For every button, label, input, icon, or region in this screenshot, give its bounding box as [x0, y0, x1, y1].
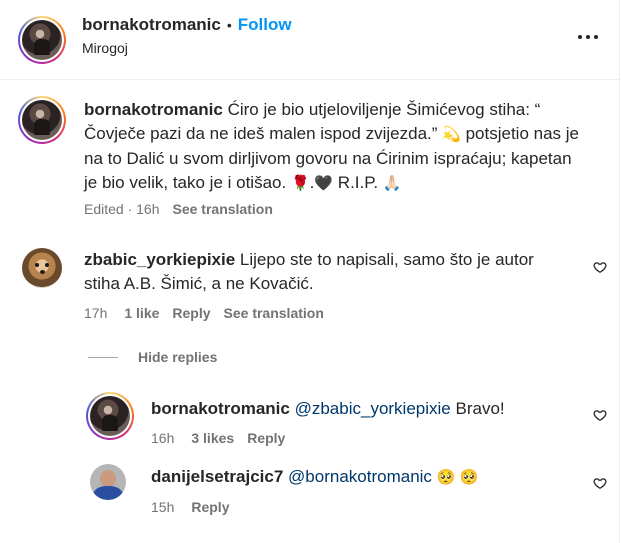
post-comments-panel: bornakotromanic • Follow Mirogoj bornakotr… [0, 0, 620, 543]
heart-outline-icon[interactable] [593, 408, 607, 422]
comment-see-translation[interactable]: See translation [224, 305, 324, 321]
post-header: bornakotromanic • Follow Mirogoj [0, 0, 620, 80]
reply-text-2: danijelsetrajcic7 @bornakotromanic 🥺 🥺 [151, 465, 571, 490]
praying-hands-emoji: 🙏🏻 [382, 175, 402, 192]
reply-avatar-bornakotromanic[interactable] [86, 392, 134, 440]
black-heart-emoji: 🖤 [314, 175, 334, 192]
reply2-time: 15h [151, 499, 175, 515]
reply1-mention[interactable]: @zbabic_yorkiepixie [295, 399, 451, 418]
caption-text: bornakotromanic Ćiro je bio utjeloviljen… [84, 98, 584, 196]
rose-emoji: 🌹 [290, 175, 310, 192]
comment-time: 17h [84, 305, 108, 321]
reply2-username[interactable]: danijelsetrajcic7 [151, 467, 283, 486]
reply-avatar-danijelsetrajcic7[interactable] [90, 464, 126, 500]
reply1-time: 16h [151, 430, 175, 446]
header-location[interactable]: Mirogoj [82, 40, 128, 56]
reply1-reply-button[interactable]: Reply [247, 430, 285, 446]
comment-username[interactable]: zbabic_yorkiepixie [84, 250, 235, 269]
reply1-meta: 16h 3 likes Reply [151, 430, 285, 446]
caption-avatar[interactable] [18, 96, 66, 144]
comment-likes[interactable]: 1 like [124, 305, 159, 321]
reply-text-1: bornakotromanic @zbabic_yorkiepixie Brav… [151, 397, 571, 421]
caption-rip: R.I.P. [337, 173, 379, 192]
author-avatar[interactable] [18, 16, 66, 64]
reply1-likes[interactable]: 3 likes [191, 430, 234, 446]
comment-text: zbabic_yorkiepixie Lijepo ste to napisal… [84, 248, 554, 296]
heart-outline-icon[interactable] [593, 476, 607, 490]
more-options-icon[interactable] [578, 27, 598, 47]
header-user-row: bornakotromanic • Follow [82, 15, 292, 35]
caption-meta: Edited · 16h See translation [84, 201, 273, 217]
pleading-face-emoji: 🥺 🥺 [436, 469, 479, 486]
hide-replies-button[interactable]: Hide replies [138, 349, 217, 365]
header-username[interactable]: bornakotromanic [82, 15, 221, 34]
reply1-username[interactable]: bornakotromanic [151, 399, 290, 418]
commenter-avatar[interactable] [22, 248, 62, 288]
header-separator: • [226, 17, 232, 33]
reply2-mention[interactable]: @bornakotromanic [288, 467, 432, 486]
reply2-reply-button[interactable]: Reply [191, 499, 229, 515]
sparkle-emoji: 💫 [442, 126, 461, 143]
comment-meta: 17h 1 like Reply See translation [84, 305, 324, 321]
caption-see-translation[interactable]: See translation [173, 201, 273, 217]
reply2-meta: 15h Reply [151, 499, 229, 515]
replies-divider [88, 357, 118, 358]
heart-outline-icon[interactable] [593, 260, 607, 274]
comment-reply-button[interactable]: Reply [172, 305, 210, 321]
reply1-body: Bravo! [455, 399, 505, 418]
caption-edited-time: Edited · 16h [84, 201, 160, 217]
follow-button[interactable]: Follow [238, 15, 292, 34]
caption-username[interactable]: bornakotromanic [84, 100, 223, 119]
